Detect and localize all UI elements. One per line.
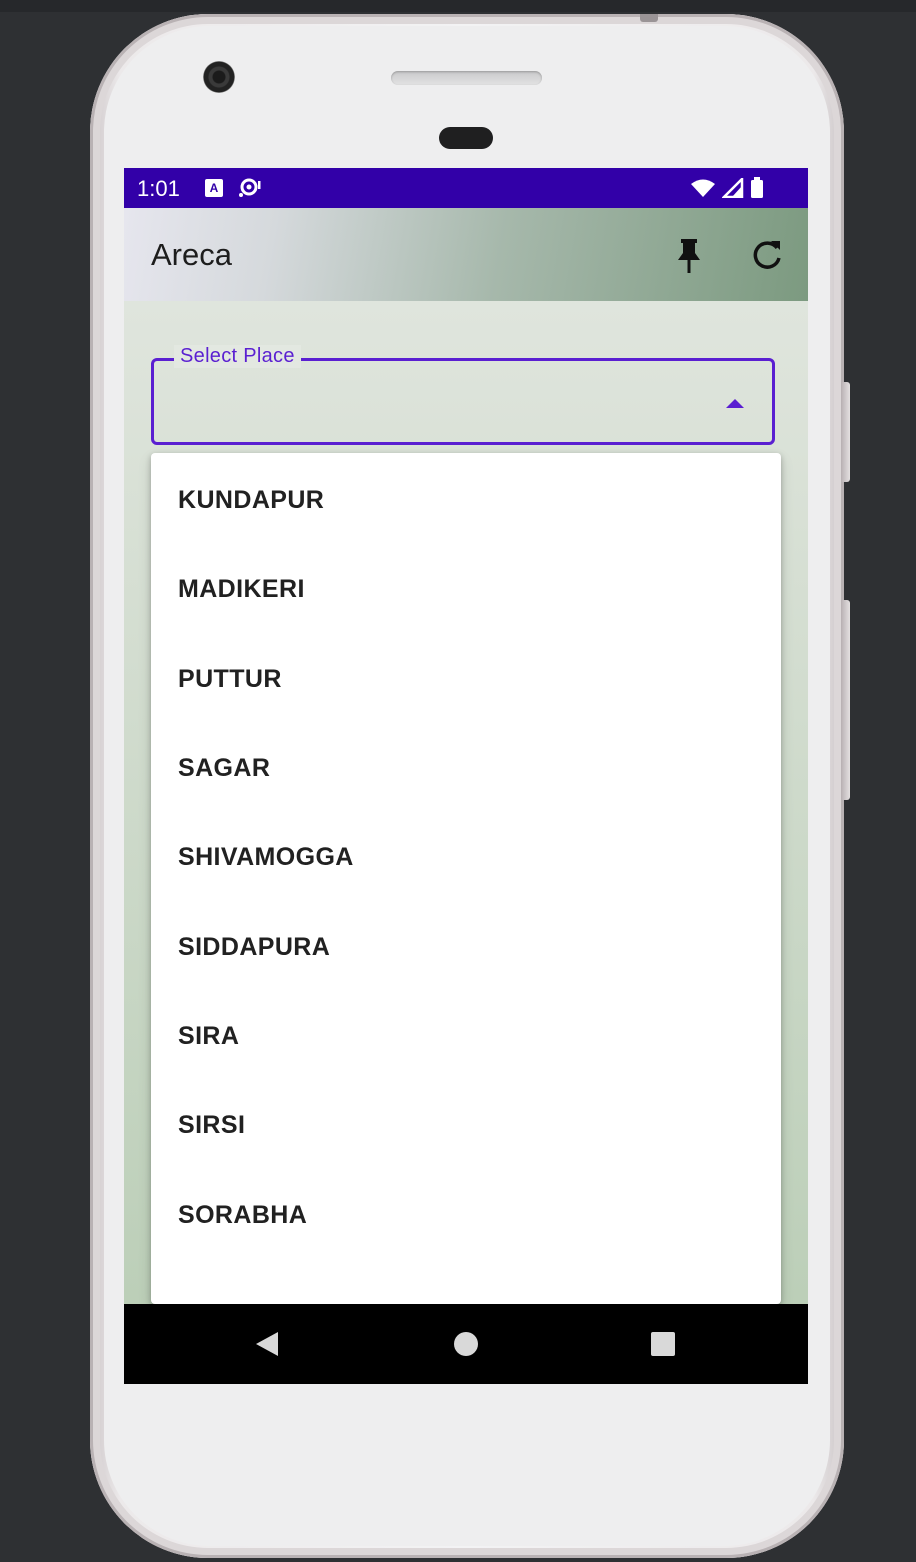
dropdown-item-kundapur[interactable]: KUNDAPUR [151,456,781,545]
proximity-sensor [439,127,493,149]
dropdown-item-sorabha[interactable]: SORABHA [151,1170,781,1259]
svg-text:A: A [210,181,219,195]
dropdown-item-sirsi[interactable]: SIRSI [151,1081,781,1170]
recents-icon[interactable] [651,1332,675,1356]
wifi-icon [690,178,716,203]
phone-top-notch [640,14,658,22]
dropdown-item-sagar[interactable]: SAGAR [151,724,781,813]
dropdown-item-siddapura[interactable]: SIDDAPURA [151,902,781,991]
debug-icon [238,178,262,203]
dropdown-item-madikeri[interactable]: MADIKERI [151,545,781,634]
cell-signal-icon [720,175,744,203]
power-button [842,382,850,482]
place-dropdown-menu: KUNDAPUR MADIKERI PUTTUR SAGAR SHIVAMOGG… [151,453,781,1304]
battery-icon [750,177,764,204]
app-title: Areca [151,237,232,272]
volume-button [842,600,850,800]
keyboard-a-icon: A [204,178,224,203]
select-place-field[interactable]: Select Place [151,345,775,445]
earpiece-speaker [391,71,542,85]
dropdown-arrow-up-icon[interactable] [726,399,744,408]
select-place-label: Select Place [174,345,301,368]
phone-screen: 1:01 A Areca Select Place KUNDAPUR MADIK… [124,168,808,1384]
status-bar: 1:01 A [124,168,808,208]
pin-icon[interactable] [672,236,706,274]
dropdown-item-puttur[interactable]: PUTTUR [151,635,781,724]
refresh-icon[interactable] [750,238,786,272]
home-icon[interactable] [454,1332,478,1356]
dropdown-item-shivamogga[interactable]: SHIVAMOGGA [151,813,781,902]
app-bar: Areca [124,208,808,301]
dropdown-item-sira[interactable]: SIRA [151,992,781,1081]
front-camera-icon [203,61,235,93]
status-time: 1:01 [137,176,180,201]
back-icon[interactable] [254,1330,280,1358]
navigation-bar [124,1304,808,1384]
window-top-strip [0,0,916,12]
